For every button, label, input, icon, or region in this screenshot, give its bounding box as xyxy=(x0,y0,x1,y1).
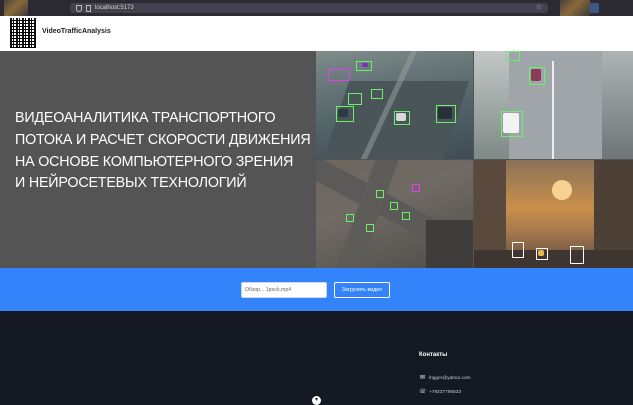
shield-icon xyxy=(76,4,82,12)
contact-email-text[interactable]: lrigger@yahoo.com xyxy=(429,376,471,381)
mail-icon: ✉ xyxy=(419,375,426,381)
phone-icon: ☏ xyxy=(419,389,427,395)
hero-title-line: НА ОСНОВЕ КОМПЬЮТЕРНОГО ЗРЕНИЯ xyxy=(15,153,294,170)
page-icon xyxy=(86,4,91,12)
upload-video-button[interactable]: Загрузить видео xyxy=(334,282,390,298)
traffic-image-highway xyxy=(316,51,473,159)
file-input[interactable]: Обзор... 1peck.mp4 xyxy=(241,282,327,298)
hero-title-line: ВИДЕОАНАЛИТИКА ТРАНСПОРТНОГО xyxy=(15,110,276,126)
traffic-image-street xyxy=(474,51,633,159)
address-bar[interactable]: localhost:5173 ☆ xyxy=(70,3,548,13)
contact-email[interactable]: ✉ lrigger@yahoo.com xyxy=(419,375,471,381)
brand-name[interactable]: VideoTrafficAnalysis xyxy=(42,28,111,35)
browser-tab-icon[interactable] xyxy=(4,0,28,16)
address-url: localhost:5173 xyxy=(95,5,134,11)
site-footer xyxy=(0,311,633,404)
bookmark-star-icon[interactable]: ☆ xyxy=(536,3,542,13)
traffic-image-intersection xyxy=(316,160,473,268)
contact-phone-text[interactable]: +79237795833 xyxy=(429,390,461,395)
traffic-image-sunset xyxy=(474,160,633,268)
hero-section: ВИДЕОАНАЛИТИКА ТРАНСПОРТНОГО ПОТОКА И РА… xyxy=(0,51,633,268)
hero-title: ВИДЕОАНАЛИТИКА ТРАНСПОРТНОГО ПОТОКА И РА… xyxy=(15,108,315,195)
contact-phone[interactable]: ☏ +79237795833 xyxy=(419,389,461,395)
browser-toolbar: localhost:5173 ☆ xyxy=(0,0,633,16)
site-header: VideoTrafficAnalysis xyxy=(0,16,633,52)
hero-title-line: И НЕЙРОСЕТЕВЫХ ТЕХНОЛОГИЙ xyxy=(15,175,247,192)
profile-avatar[interactable] xyxy=(560,0,590,16)
hero-title-line: ПОТОКА И РАСЧЕТ СКОРОСТИ ДВИЖЕНИЯ xyxy=(15,131,311,148)
extension-icon[interactable] xyxy=(589,3,599,13)
qr-logo-icon[interactable] xyxy=(10,18,36,48)
contacts-title: Контакты xyxy=(419,352,448,358)
traffic-image-grid xyxy=(316,51,633,268)
